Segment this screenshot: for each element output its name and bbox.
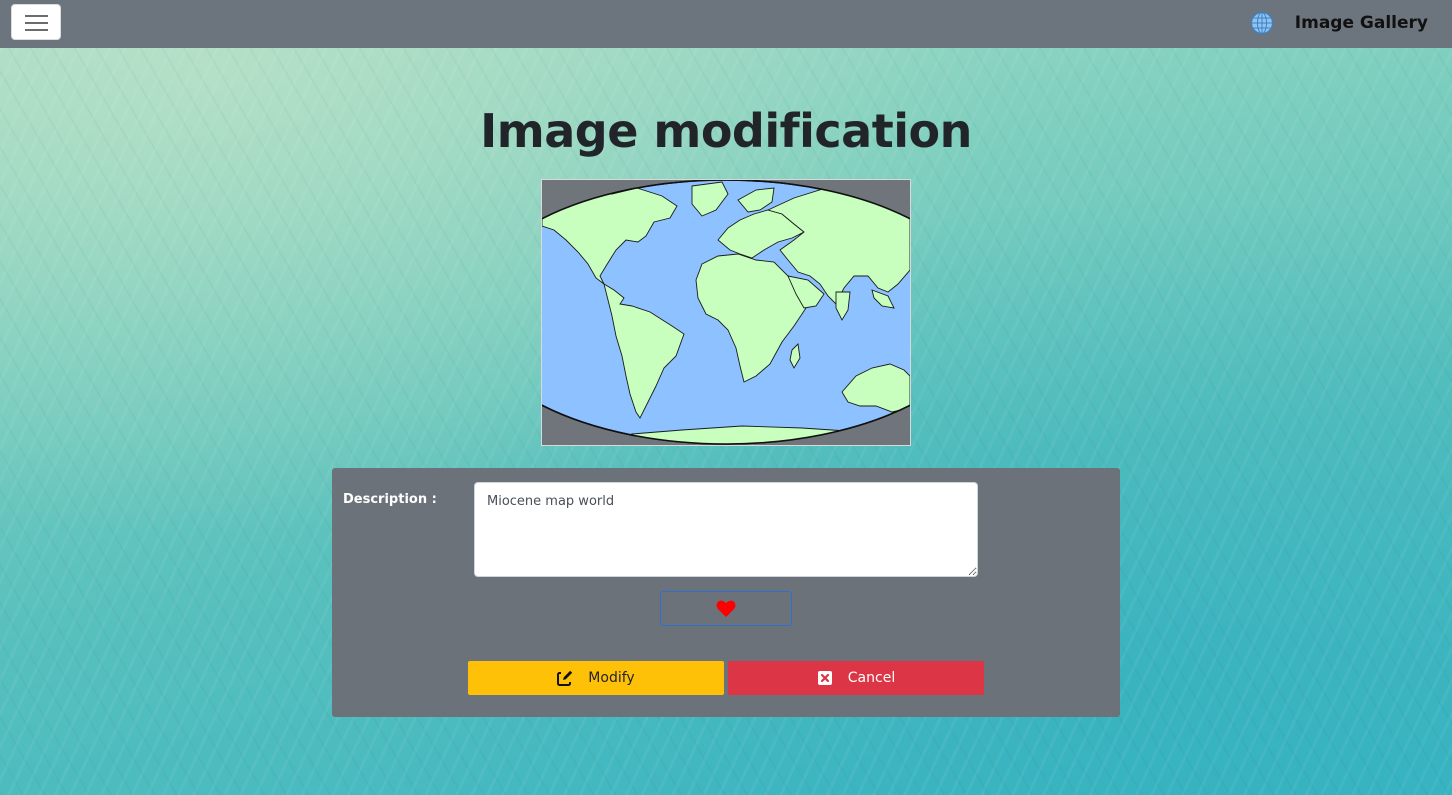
- modify-button-label: Modify: [588, 670, 635, 686]
- world-map-illustration: [542, 180, 910, 445]
- hamburger-menu-icon: [25, 29, 48, 31]
- description-label: Description :: [343, 492, 437, 507]
- cancel-button[interactable]: Cancel: [728, 661, 984, 695]
- description-textarea[interactable]: Miocene map world: [474, 482, 978, 577]
- brand-link[interactable]: Image Gallery: [1250, 10, 1428, 36]
- hamburger-menu-icon: [25, 15, 48, 17]
- favorite-button[interactable]: [660, 591, 792, 626]
- close-box-icon: [817, 671, 832, 685]
- top-navbar: Image Gallery: [0, 0, 1452, 48]
- cancel-button-label: Cancel: [847, 670, 896, 686]
- hamburger-menu-icon: [25, 22, 48, 24]
- globe-icon: [1250, 11, 1273, 35]
- world-map-image: [541, 179, 911, 446]
- edit-form-card: Description : Miocene map world Modify C…: [332, 468, 1120, 717]
- edit-icon: [557, 670, 573, 686]
- brand-title: Image Gallery: [1294, 13, 1428, 33]
- modify-button[interactable]: Modify: [468, 661, 724, 695]
- page-title: Image modification: [480, 104, 972, 158]
- hamburger-menu-button[interactable]: [11, 4, 61, 40]
- heart-icon: [716, 600, 736, 617]
